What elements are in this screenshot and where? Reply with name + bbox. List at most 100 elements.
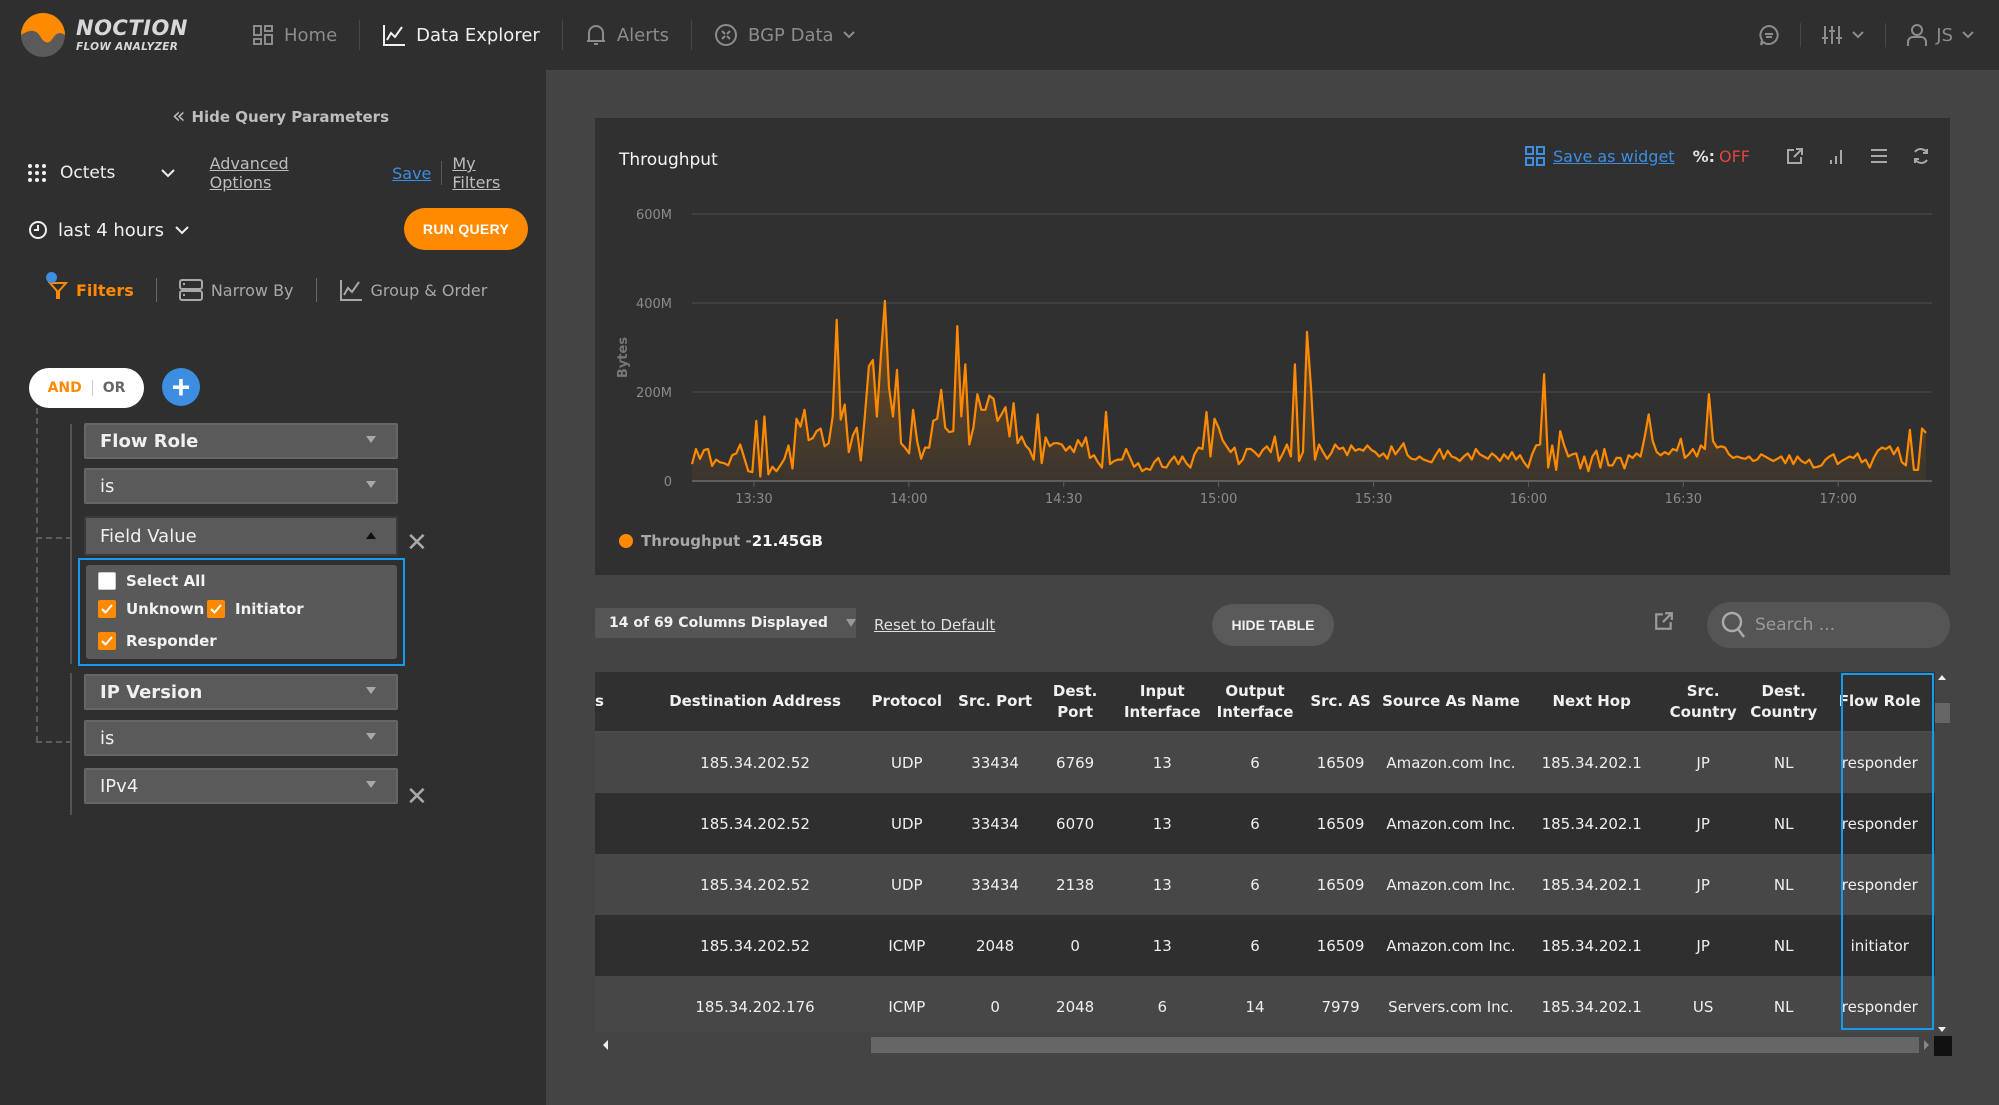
column-header-src[interactable]: s: [595, 672, 651, 733]
filter-value-select[interactable]: Field Value: [84, 516, 398, 556]
table-row[interactable]: 185.34.202.52 UDP 33434 6769 13 6 16509 Amazon.…: [595, 732, 1935, 793]
filter-value-select[interactable]: IPv4: [84, 768, 398, 804]
hide-query-parameters-button[interactable]: « Hide Query Parameters: [172, 104, 389, 129]
nav-alerts[interactable]: Alerts: [563, 20, 693, 50]
remove-filter-button[interactable]: ✕: [406, 782, 428, 812]
cell-sport: 2048: [953, 915, 1037, 976]
brand-logo[interactable]: NOCTION FLOW ANALYZER: [20, 10, 187, 60]
column-header-dstcc[interactable]: Dest. Country: [1742, 672, 1825, 733]
checkbox-checked[interactable]: [98, 600, 116, 618]
column-header-dst[interactable]: Destination Address: [650, 672, 860, 733]
hide-table-button[interactable]: HIDE TABLE: [1212, 604, 1334, 646]
column-header-srccc[interactable]: Src. Country: [1663, 672, 1743, 733]
metric-selector[interactable]: Octets: [28, 163, 177, 183]
filter-field-select[interactable]: Flow Role: [84, 423, 398, 459]
cell-srccc: US: [1663, 976, 1743, 1032]
scroll-right-arrow-icon[interactable]: [1924, 1040, 1929, 1050]
and-or-toggle[interactable]: AND OR: [29, 368, 144, 408]
time-range-selector[interactable]: last 4 hours: [28, 220, 200, 241]
cell-dport: 6769: [1036, 732, 1114, 793]
y-tick-label: 0: [664, 475, 672, 490]
tab-narrow-by[interactable]: Narrow By: [157, 278, 317, 302]
column-header-role[interactable]: Flow Role: [1824, 672, 1935, 733]
tree-connector: [36, 408, 38, 742]
tab-group-order[interactable]: Group & Order: [317, 278, 510, 302]
percent-toggle-state[interactable]: OFF: [1719, 147, 1750, 166]
add-filter-button[interactable]: +: [162, 368, 200, 406]
server-stack-icon: [178, 279, 203, 301]
scroll-up-arrow-icon[interactable]: [1938, 675, 1946, 680]
vertical-scrollbar[interactable]: [1935, 672, 1950, 1032]
cell-dst: 185.34.202.52: [650, 793, 860, 854]
table-row[interactable]: 185.34.202.176 ICMP 0 2048 6 14 7979 Servers.co…: [595, 976, 1935, 1032]
reset-to-default-link[interactable]: Reset to Default: [874, 616, 995, 634]
my-filters-link[interactable]: My Filters: [452, 154, 528, 192]
chat-button[interactable]: [1738, 23, 1802, 47]
cell-inif: 13: [1113, 854, 1211, 915]
x-tick-label: 16:00: [1510, 492, 1547, 507]
option-initiator[interactable]: Initiator: [207, 600, 304, 618]
nav-home[interactable]: Home: [230, 20, 361, 50]
tab-narrow-by-label: Narrow By: [210, 280, 294, 300]
checkbox-unchecked[interactable]: [98, 572, 116, 590]
and-option[interactable]: AND: [48, 380, 93, 396]
columns-displayed-select[interactable]: 14 of 69 Columns Displayed: [595, 608, 856, 638]
scroll-thumb[interactable]: [871, 1037, 1919, 1053]
chart-type-button[interactable]: [1828, 147, 1846, 165]
cell-asname: Servers.com Inc.: [1381, 976, 1520, 1032]
cell-dst: 185.34.202.176: [650, 976, 860, 1032]
option-responder[interactable]: Responder: [98, 632, 217, 650]
column-header-sport[interactable]: Src. Port: [953, 672, 1037, 733]
filter-operator-value: is: [100, 727, 115, 749]
scroll-left-arrow-icon[interactable]: [603, 1040, 608, 1050]
column-header-nexthop[interactable]: Next Hop: [1519, 672, 1664, 733]
table-row[interactable]: 185.34.202.52 ICMP 2048 0 13 6 16509 Amazon.com…: [595, 915, 1935, 976]
column-header-outif[interactable]: Output Interface: [1210, 672, 1300, 733]
percent-toggle-label[interactable]: %:: [1693, 147, 1715, 166]
column-header-asname[interactable]: Source As Name: [1381, 672, 1520, 733]
top-navigation-bar: NOCTION FLOW ANALYZER Home Data Explorer…: [0, 0, 1999, 70]
option-unknown[interactable]: Unknown: [98, 600, 204, 618]
option-label: Initiator: [235, 600, 304, 618]
table-row[interactable]: 185.34.202.52 UDP 33434 6070 13 6 16509 Amazon.…: [595, 793, 1935, 854]
scroll-thumb[interactable]: [1935, 703, 1950, 723]
search-input[interactable]: [1755, 615, 1935, 635]
chart-menu-button[interactable]: [1870, 148, 1888, 164]
column-header-dport[interactable]: Dest. Port: [1036, 672, 1114, 733]
checkbox-checked[interactable]: [207, 600, 225, 618]
brand-name: NOCTION: [76, 15, 188, 40]
or-option[interactable]: OR: [93, 380, 126, 396]
horizontal-scrollbar[interactable]: [595, 1035, 1935, 1055]
remove-filter-button[interactable]: ✕: [406, 528, 428, 558]
export-table-button[interactable]: [1654, 611, 1674, 635]
run-query-button[interactable]: RUN QUERY: [404, 208, 528, 250]
scroll-down-arrow-icon[interactable]: [1938, 1027, 1946, 1032]
table-row[interactable]: 185.34.202.52 UDP 33434 2138 13 6 16509 Amazon.…: [595, 854, 1935, 915]
checkmark-icon: [101, 604, 113, 614]
user-menu[interactable]: JS: [1886, 23, 1979, 47]
metric-value: Octets: [60, 163, 116, 183]
cell-src: [595, 793, 651, 854]
cell-dstcc: NL: [1742, 793, 1825, 854]
checkbox-checked[interactable]: [98, 632, 116, 650]
settings-menu[interactable]: [1801, 23, 1887, 47]
option-select-all[interactable]: Select All: [98, 572, 205, 590]
filter-operator-value: is: [100, 475, 115, 497]
checkmark-icon: [101, 636, 113, 646]
save-link[interactable]: Save: [392, 164, 431, 183]
refresh-button[interactable]: [1912, 147, 1930, 165]
nav-bgp-data[interactable]: BGP Data: [692, 20, 878, 50]
table-search[interactable]: [1707, 602, 1950, 648]
chart-legend[interactable]: Throughput - 21.45GB: [619, 532, 823, 550]
column-header-proto[interactable]: Protocol: [859, 672, 954, 733]
column-header-inif[interactable]: Input Interface: [1113, 672, 1211, 733]
save-as-widget-link[interactable]: Save as widget: [1553, 147, 1675, 166]
column-header-srcas[interactable]: Src. AS: [1299, 672, 1382, 733]
tab-filters[interactable]: Filters: [46, 272, 157, 302]
filter-operator-select[interactable]: is: [84, 720, 398, 756]
advanced-options-link[interactable]: Advanced Options: [210, 154, 355, 192]
open-external-button[interactable]: [1786, 147, 1804, 165]
filter-field-select[interactable]: IP Version: [84, 674, 398, 710]
nav-data-explorer[interactable]: Data Explorer: [360, 20, 563, 50]
filter-operator-select[interactable]: is: [84, 468, 398, 504]
